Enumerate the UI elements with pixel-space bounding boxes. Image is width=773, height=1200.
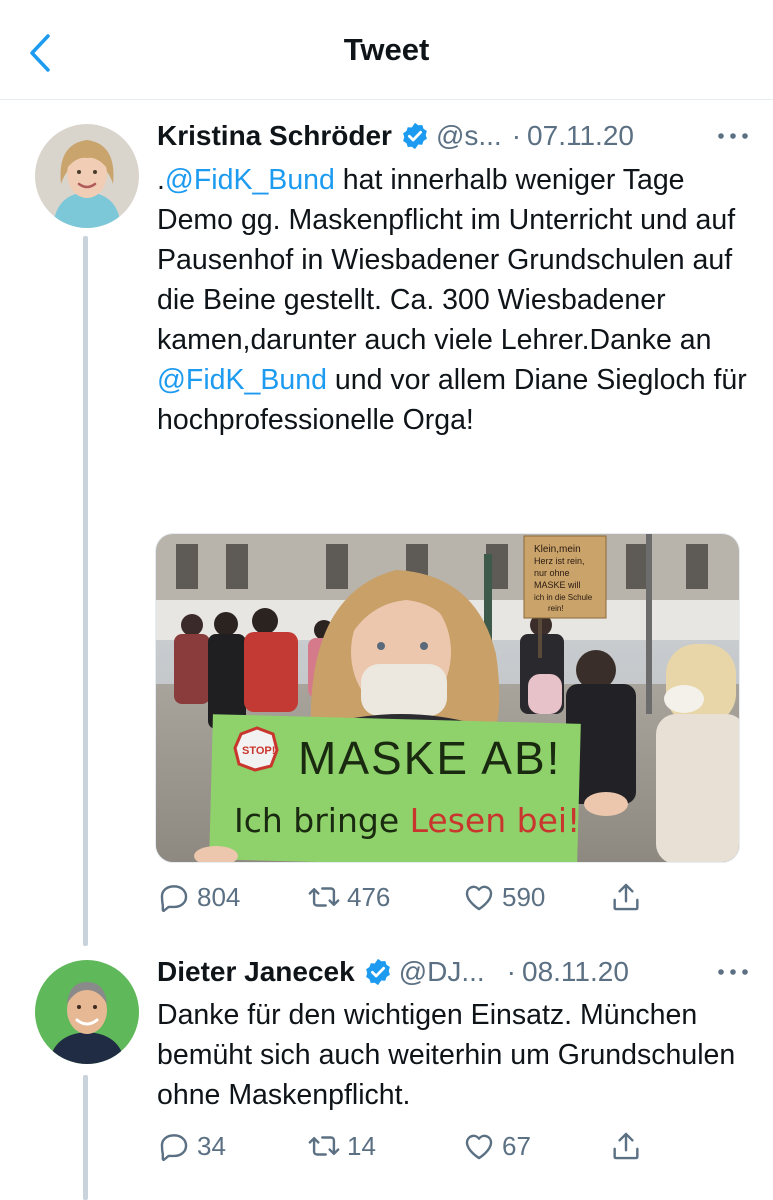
verified-badge-icon [365,958,390,986]
tweet-text: .@FidK_Bund hat innerhalb weniger Tage D… [157,160,747,440]
main-protest-sign: STOP! MASKE AB! Ich bringe Lesen bei! [209,714,581,862]
sign-text-line-2: Ich bringe Lesen bei! [234,801,580,840]
like-count: 67 [502,1130,531,1161]
separator-dot: · [511,120,522,151]
like-count: 590 [502,881,546,912]
back-sign-text: Herz ist rein, [534,556,585,566]
author-handle[interactable]: @DJ... [399,956,485,988]
reply-count: 34 [197,1130,226,1161]
sign-text-part: Ich bringe [234,801,410,840]
share-button[interactable] [609,877,643,917]
like-icon [465,885,493,911]
thread-connector-line [83,1075,88,1200]
page-title: Tweet [343,32,430,67]
avatar[interactable] [35,960,139,1064]
tweet-header: Kristina Schröder @s... · 07.11.20 [157,118,753,154]
sign-text: MASKE AB! [298,732,561,784]
reply-count: 804 [197,881,241,912]
sign-stop-text: STOP! [242,745,275,757]
retweet-count: 476 [347,881,391,912]
mention-link[interactable]: @FidK_Bund [165,164,335,196]
like-icon [465,1134,493,1160]
tweet-date[interactable]: 07.11.20 [527,120,634,152]
back-sign-text: Klein,mein [534,544,581,555]
retweet-button[interactable]: 476 [307,877,390,917]
protest-photo: Klein,mein Herz ist rein, nur ohne MASKE… [156,534,739,862]
author-name[interactable]: Kristina Schröder [157,120,392,152]
verified-badge-icon [403,122,427,150]
reply-icon [160,885,188,912]
more-options-icon[interactable] [713,954,753,990]
sign-text-part: Lesen bei! [410,801,581,840]
share-icon [613,1132,639,1160]
tweet-text-part: . [157,164,165,196]
top-bar: Tweet [0,0,773,100]
mention-link[interactable]: @FidK_Bund [157,364,327,396]
reply-icon [160,1134,188,1161]
avatar[interactable] [35,124,139,228]
author-name[interactable]: Dieter Janecek [157,956,355,988]
tweet-text: Danke für den wichtigen Einsatz. München… [157,999,736,1111]
share-icon [613,883,639,911]
back-sign-text: MASKE will [534,580,581,590]
like-button[interactable]: 67 [462,1126,531,1166]
retweet-button[interactable]: 14 [307,1126,376,1166]
separator-dot: · [506,956,516,987]
tweet-photo[interactable]: Klein,mein Herz ist rein, nur ohne MASKE… [155,533,740,863]
share-button[interactable] [609,1126,643,1166]
like-button[interactable]: 590 [462,877,545,917]
tweet-header: Dieter Janecek @DJ... · 08.11.20 [157,954,753,990]
tweet-date[interactable]: 08.11.20 [522,956,629,988]
back-sign-text: ich in die Schule [534,593,593,602]
retweet-icon [308,887,340,907]
thread-connector-line [83,236,88,946]
tweet-actions: 34 14 67 [157,1126,677,1166]
more-options-icon[interactable] [713,118,753,154]
tweet-actions: 804 476 590 [157,877,677,917]
author-handle[interactable]: @s... [436,120,502,152]
reply-button[interactable]: 804 [157,877,240,917]
retweet-icon [308,1136,340,1156]
back-sign-text: rein! [548,604,564,613]
retweet-count: 14 [347,1130,376,1161]
reply-button[interactable]: 34 [157,1126,226,1166]
back-sign-text: nur ohne [534,568,570,578]
